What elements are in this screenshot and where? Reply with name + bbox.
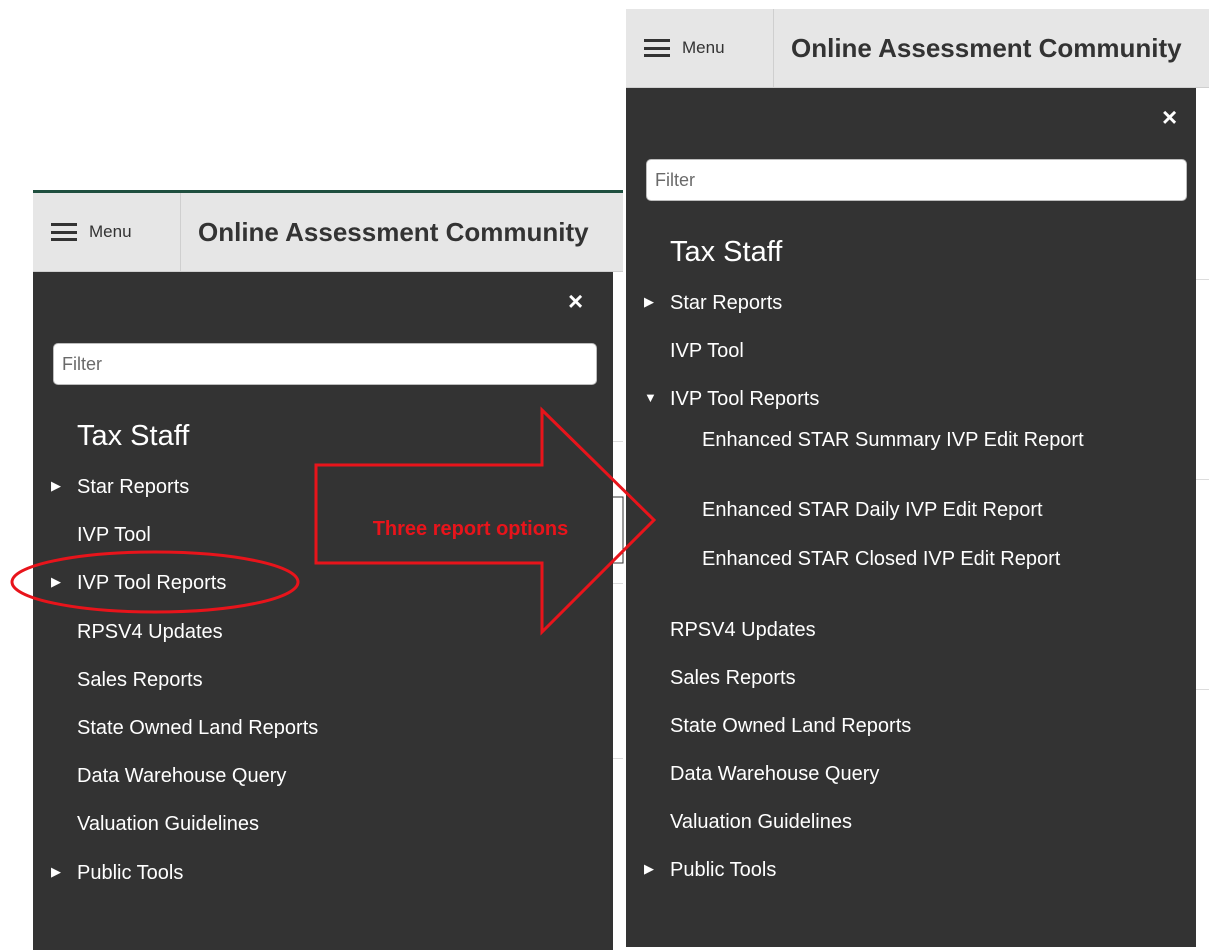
app-title: Online Assessment Community [791, 33, 1182, 63]
menu-panel: × Tax Staff ▶ Star Reports IVP Tool ▼ IV… [626, 88, 1196, 947]
menu-button[interactable]: Menu [626, 9, 774, 87]
nav-item-label: Sales Reports [670, 667, 796, 689]
sub-item-summary-ivp-edit-report[interactable]: Enhanced STAR Summary IVP Edit Report [702, 430, 1122, 451]
nav-item-ivp-tool[interactable]: IVP Tool [77, 524, 151, 547]
nav-item-label: Public Tools [77, 862, 184, 884]
background-divider [613, 583, 623, 584]
hamburger-icon [644, 39, 670, 57]
caret-down-icon: ▼ [644, 390, 657, 405]
nav-item-label: Star Reports [670, 292, 783, 314]
nav-item-rpsv4-updates[interactable]: RPSV4 Updates [670, 619, 816, 642]
caret-right-icon: ▶ [51, 478, 61, 493]
nav-item-valuation-guidelines[interactable]: Valuation Guidelines [670, 811, 852, 834]
nav-item-label: Public Tools [670, 859, 777, 881]
close-icon[interactable]: × [568, 288, 583, 314]
nav-item-label: IVP Tool Reports [670, 388, 820, 410]
nav-item-label: Valuation Guidelines [670, 811, 852, 833]
app-title: Online Assessment Community [198, 217, 589, 247]
filter-input[interactable] [53, 343, 597, 385]
background-divider [1196, 689, 1209, 690]
left-screenshot: Menu Online Assessment Community × Tax S… [33, 190, 623, 950]
nav-item-label: IVP Tool Reports [77, 572, 227, 594]
nav-item-rpsv4-updates[interactable]: RPSV4 Updates [77, 621, 223, 644]
background-divider [613, 441, 623, 442]
menu-label: Menu [682, 38, 725, 57]
sub-item-closed-ivp-edit-report[interactable]: Enhanced STAR Closed IVP Edit Report [702, 549, 1122, 570]
filter-input[interactable] [646, 159, 1187, 201]
close-icon[interactable]: × [1162, 104, 1177, 130]
top-bar: Menu Online Assessment Community [626, 9, 1209, 88]
menu-panel: × Tax Staff ▶ Star Reports IVP Tool ▶ IV… [33, 272, 613, 950]
nav-item-label: IVP Tool [670, 340, 744, 362]
top-bar: Menu Online Assessment Community [33, 193, 623, 272]
nav-item-state-owned-land-reports[interactable]: State Owned Land Reports [670, 715, 911, 738]
caret-right-icon: ▶ [644, 861, 654, 876]
nav-item-star-reports[interactable]: ▶ Star Reports [644, 292, 783, 315]
right-screenshot: Menu Online Assessment Community × Tax S… [626, 9, 1209, 947]
nav-item-public-tools[interactable]: ▶ Public Tools [644, 859, 777, 882]
nav-item-ivp-tool-reports[interactable]: ▼ IVP Tool Reports [644, 388, 820, 411]
nav-item-label: Data Warehouse Query [670, 763, 880, 785]
menu-button[interactable]: Menu [33, 193, 181, 271]
nav-item-valuation-guidelines[interactable]: Valuation Guidelines [77, 813, 259, 836]
nav-item-label: Valuation Guidelines [77, 813, 259, 835]
menu-label: Menu [89, 222, 132, 241]
background-divider [613, 758, 623, 759]
nav-item-ivp-tool-reports[interactable]: ▶ IVP Tool Reports [51, 572, 227, 595]
nav-item-public-tools[interactable]: ▶ Public Tools [51, 862, 184, 885]
nav-item-state-owned-land-reports[interactable]: State Owned Land Reports [77, 717, 318, 740]
nav-item-sales-reports[interactable]: Sales Reports [77, 669, 203, 692]
section-title: Tax Staff [670, 236, 783, 268]
nav-item-star-reports[interactable]: ▶ Star Reports [51, 476, 190, 499]
nav-item-ivp-tool[interactable]: IVP Tool [670, 340, 744, 363]
caret-right-icon: ▶ [51, 864, 61, 879]
nav-item-data-warehouse-query[interactable]: Data Warehouse Query [77, 765, 286, 788]
section-title: Tax Staff [77, 420, 190, 452]
caret-right-icon: ▶ [644, 294, 654, 309]
nav-item-data-warehouse-query[interactable]: Data Warehouse Query [670, 763, 879, 786]
nav-item-label: Sales Reports [77, 669, 203, 691]
caret-right-icon: ▶ [51, 574, 61, 589]
nav-item-sales-reports[interactable]: Sales Reports [670, 667, 796, 690]
background-divider [1196, 279, 1209, 280]
nav-item-label: Data Warehouse Query [77, 765, 287, 787]
background-divider [1196, 479, 1209, 480]
nav-item-label: RPSV4 Updates [670, 619, 816, 641]
nav-item-label: Star Reports [77, 476, 190, 498]
nav-item-label: RPSV4 Updates [77, 621, 223, 643]
sub-item-daily-ivp-edit-report[interactable]: Enhanced STAR Daily IVP Edit Report [702, 500, 1122, 521]
hamburger-icon [51, 223, 77, 241]
nav-item-label: State Owned Land Reports [670, 715, 912, 737]
nav-item-label: IVP Tool [77, 524, 151, 546]
nav-item-label: State Owned Land Reports [77, 717, 319, 739]
